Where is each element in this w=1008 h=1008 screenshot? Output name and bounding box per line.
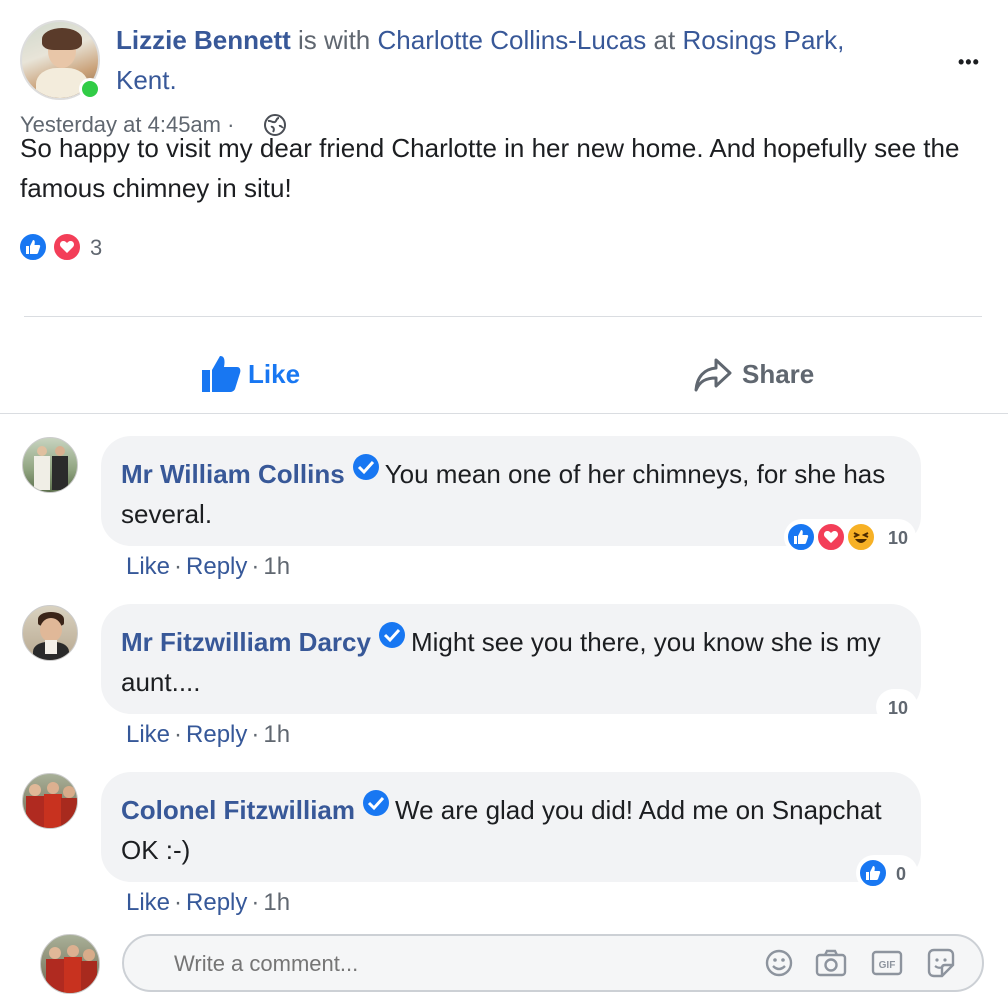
tagged-person[interactable]: Charlotte Collins-Lucas [378,25,647,55]
verified-badge-icon [378,622,405,648]
comment-like-link[interactable]: Like [126,889,170,916]
author-name[interactable]: Lizzie Bennett [116,25,291,55]
share-action-label: Share [742,358,815,389]
location-link[interactable]: Rosings Park, [682,25,844,55]
comment-bubble: Colonel Fitzwilliam We are glad you did! … [101,772,921,882]
sticker-icon[interactable] [924,947,956,984]
post-reaction-count[interactable]: 3 [90,235,102,261]
like-icon[interactable] [18,232,48,262]
commenter-avatar[interactable] [22,773,78,829]
like-icon [858,858,888,888]
comment-time[interactable]: 1h [263,553,290,580]
comment-reactions[interactable]: 10 [876,689,918,725]
divider [24,316,982,317]
like-action-label: Like [248,358,301,389]
comment-composer[interactable]: GIF [122,934,984,992]
emoji-icon[interactable] [764,948,794,983]
love-icon [816,522,846,552]
comment-time[interactable]: 1h [263,889,290,916]
love-icon[interactable] [52,232,82,262]
share-action-button[interactable]: Share [694,352,814,396]
at-text: at [653,25,676,55]
comment-input[interactable] [172,946,736,982]
like-action-button[interactable]: Like [200,352,300,396]
more-options-button[interactable]: ••• [958,52,980,73]
gif-icon[interactable]: GIF [870,948,904,983]
comment-bubble: Mr Fitzwilliam Darcy Might see you there,… [101,604,921,714]
verified-badge-icon [363,790,390,816]
post-body: So happy to visit my dear friend Charlot… [20,133,960,203]
current-user-avatar [40,934,100,994]
comment-reaction-count: 0 [896,864,907,884]
comment-reactions[interactable]: 0 [856,855,918,891]
comment-actions: Like · Reply · 1h [126,889,291,916]
haha-icon [846,522,876,552]
comment-reactions[interactable]: 10 [784,519,916,555]
commenter-avatar[interactable] [22,605,78,661]
comment-reply-link[interactable]: Reply [186,721,247,748]
with-text: is with [298,25,371,55]
thumbs-up-icon [200,354,242,394]
share-icon [694,354,734,394]
comment-reaction-count: 10 [888,528,909,548]
verified-badge-icon [352,454,379,480]
comment-reaction-count: 10 [888,698,909,718]
online-status-indicator [79,78,101,100]
comment-reply-link[interactable]: Reply [186,553,247,580]
divider [0,413,1008,414]
location-link-line2[interactable]: Kent. [116,65,177,95]
comment-author[interactable]: Colonel Fitzwilliam [121,795,355,825]
comment-reply-link[interactable]: Reply [186,889,247,916]
comment-time[interactable]: 1h [263,721,290,748]
commenter-avatar[interactable] [22,437,78,493]
comment-like-link[interactable]: Like [126,553,170,580]
comment-actions: Like · Reply · 1h [126,553,291,580]
camera-icon[interactable] [814,947,848,984]
post-header: Lizzie Bennett is with Charlotte Collins… [116,20,916,100]
svg-text:GIF: GIF [879,960,896,971]
comment-actions: Like · Reply · 1h [126,721,291,748]
comment-author[interactable]: Mr Fitzwilliam Darcy [121,627,371,657]
like-icon [786,522,816,552]
comment-author[interactable]: Mr William Collins [121,459,345,489]
comment-like-link[interactable]: Like [126,721,170,748]
